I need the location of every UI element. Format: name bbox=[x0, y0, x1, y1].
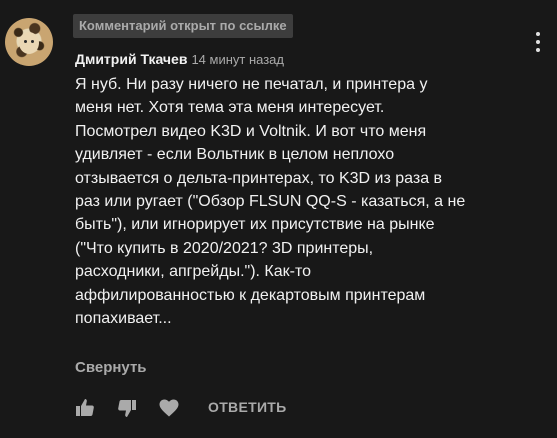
comment-text: Я нуб. Ни разу ничего не печатал, и прин… bbox=[75, 73, 545, 330]
author-line: Дмитрий Ткачев 14 минут назад bbox=[75, 51, 284, 69]
comment-timestamp[interactable]: 14 минут назад bbox=[191, 52, 284, 67]
comment-line: Посмотрел видео K3D и Voltnik. И вот что… bbox=[75, 122, 427, 140]
thumbs-down-icon[interactable] bbox=[115, 396, 139, 420]
comment-line: попахивает... bbox=[75, 310, 172, 328]
heart-icon[interactable] bbox=[157, 396, 181, 420]
comment-line: расходники, апгрейды."). Как-то bbox=[75, 263, 312, 281]
comment-line: удивляет - если Вольтник в целом неплохо bbox=[75, 146, 395, 164]
comment-line: отзывается о дельта-принтерах, то K3D из… bbox=[75, 169, 443, 187]
linked-comment-badge: Комментарий открыт по ссылке bbox=[73, 14, 293, 38]
avatar[interactable] bbox=[5, 18, 53, 66]
vertical-dots-icon[interactable] bbox=[526, 30, 550, 54]
collapse-button[interactable]: Свернуть bbox=[75, 359, 147, 376]
menu-dot bbox=[536, 40, 540, 44]
comment-thread: Комментарий открыт по ссылке Дмитрий Тка… bbox=[0, 0, 557, 438]
menu-dot bbox=[536, 32, 540, 36]
menu-dot bbox=[536, 48, 540, 52]
comment-line: ("Что купить в 2020/2021? 3D принтеры, bbox=[75, 239, 374, 257]
comment-line: меня нет. Хотя тема эта меня интересует. bbox=[75, 99, 385, 117]
comment-line: раз или ругает ("Обзор FLSUN QQ-S - каза… bbox=[75, 193, 466, 211]
thumbs-up-icon[interactable] bbox=[73, 396, 97, 420]
reply-button[interactable]: ОТВЕТИТЬ bbox=[208, 399, 287, 415]
comment-line: Я нуб. Ни разу ничего не печатал, и прин… bbox=[75, 76, 428, 93]
avatar-eye-right bbox=[31, 40, 34, 43]
comment-line: аффилированностью к декартовым принтерам bbox=[75, 286, 426, 304]
avatar-face bbox=[19, 32, 39, 54]
comment-line: быть"), или игнорирует их присутствие на… bbox=[75, 216, 435, 234]
author-name[interactable]: Дмитрий Ткачев bbox=[75, 51, 187, 67]
avatar-eye-left bbox=[24, 40, 27, 43]
